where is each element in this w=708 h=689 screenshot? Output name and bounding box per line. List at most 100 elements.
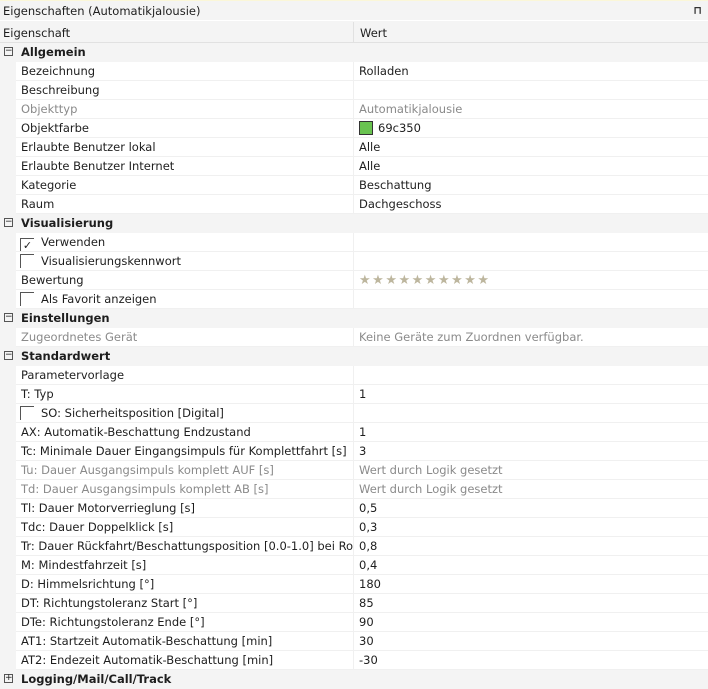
property-row[interactable]: ✓ Verwenden: [0, 233, 708, 252]
property-value[interactable]: Alle: [353, 157, 708, 176]
star-icon[interactable]: ★: [477, 273, 489, 288]
property-value[interactable]: 1: [353, 385, 708, 404]
property-label[interactable]: Parametervorlage: [16, 366, 353, 385]
property-label[interactable]: Erlaubte Benutzer Internet: [16, 157, 353, 176]
property-label[interactable]: T: Typ: [16, 385, 353, 404]
property-row[interactable]: Raum Dachgeschoss: [0, 195, 708, 214]
property-value[interactable]: Rolladen: [353, 62, 708, 81]
property-value[interactable]: -30: [353, 651, 708, 670]
property-row[interactable]: Tr: Dauer Rückfahrt/Beschattungsposition…: [0, 537, 708, 556]
property-value[interactable]: ★ ★ ★ ★ ★ ★ ★ ★ ★ ★: [353, 271, 708, 290]
property-row[interactable]: Beschreibung: [0, 81, 708, 100]
star-icon[interactable]: ★: [398, 273, 410, 288]
checkbox[interactable]: [20, 292, 34, 306]
property-row[interactable]: AT1: Startzeit Automatik-Beschattung [mi…: [0, 632, 708, 651]
property-label[interactable]: Tdc: Dauer Doppelklick [s]: [16, 518, 353, 537]
property-row[interactable]: SO: Sicherheitsposition [Digital]: [0, 404, 708, 423]
property-row[interactable]: Tc: Minimale Dauer Eingangsimpuls für Ko…: [0, 442, 708, 461]
star-icon[interactable]: ★: [464, 273, 476, 288]
property-row[interactable]: Erlaubte Benutzer Internet Alle: [0, 157, 708, 176]
category-visualisierung[interactable]: − Visualisierung: [0, 214, 708, 233]
collapse-icon[interactable]: −: [4, 351, 13, 360]
property-row[interactable]: DTe: Richtungstoleranz Ende [°] 90: [0, 613, 708, 632]
collapse-icon[interactable]: −: [4, 313, 13, 322]
star-icon[interactable]: ★: [425, 273, 437, 288]
property-label[interactable]: ✓ Verwenden: [16, 233, 353, 252]
property-row[interactable]: DT: Richtungstoleranz Start [°] 85: [0, 594, 708, 613]
color-swatch[interactable]: [359, 121, 373, 135]
property-label[interactable]: M: Mindestfahrzeit [s]: [16, 556, 353, 575]
property-value[interactable]: [353, 290, 708, 309]
category-logging-mail-call-track[interactable]: + Logging/Mail/Call/Track: [0, 670, 708, 689]
property-row[interactable]: Zugeordnetes Gerät Keine Geräte zum Zuord…: [0, 328, 708, 347]
star-icon[interactable]: ★: [385, 273, 397, 288]
property-label[interactable]: Visualisierungskennwort: [16, 252, 353, 271]
property-row[interactable]: Objektfarbe 69c350: [0, 119, 708, 138]
property-row[interactable]: Parametervorlage: [0, 366, 708, 385]
property-value[interactable]: 30: [353, 632, 708, 651]
property-row[interactable]: Tdc: Dauer Doppelklick [s] 0,3: [0, 518, 708, 537]
star-icon[interactable]: ★: [359, 273, 371, 288]
property-row[interactable]: AT2: Endezeit Automatik-Beschattung [min…: [0, 651, 708, 670]
property-value[interactable]: Dachgeschoss: [353, 195, 708, 214]
property-value[interactable]: [353, 366, 708, 385]
property-label[interactable]: Tl: Dauer Motorverrieglung [s]: [16, 499, 353, 518]
property-row[interactable]: Kategorie Beschattung: [0, 176, 708, 195]
property-row[interactable]: Erlaubte Benutzer lokal Alle: [0, 138, 708, 157]
property-label[interactable]: SO: Sicherheitsposition [Digital]: [16, 404, 353, 423]
column-header-value[interactable]: Wert: [360, 26, 387, 40]
property-value[interactable]: 69c350: [353, 119, 708, 138]
checkbox[interactable]: [20, 406, 34, 420]
property-label[interactable]: Erlaubte Benutzer lokal: [16, 138, 353, 157]
checkbox[interactable]: [20, 254, 34, 268]
property-label[interactable]: Beschreibung: [16, 81, 353, 100]
property-row[interactable]: Bewertung ★ ★ ★ ★ ★ ★ ★ ★ ★ ★: [0, 271, 708, 290]
property-label[interactable]: AT1: Startzeit Automatik-Beschattung [mi…: [16, 632, 353, 651]
property-label[interactable]: AX: Automatik-Beschattung Endzustand: [16, 423, 353, 442]
collapse-icon[interactable]: −: [4, 47, 13, 56]
property-label[interactable]: Tr: Dauer Rückfahrt/Beschattungsposition…: [16, 537, 353, 556]
property-label[interactable]: D: Himmelsrichtung [°]: [16, 575, 353, 594]
property-value[interactable]: [353, 233, 708, 252]
property-row[interactable]: Als Favorit anzeigen: [0, 290, 708, 309]
category-allgemein[interactable]: − Allgemein: [0, 43, 708, 62]
property-label[interactable]: Bezeichnung: [16, 62, 353, 81]
expand-icon[interactable]: +: [4, 674, 13, 683]
property-value[interactable]: 85: [353, 594, 708, 613]
star-icon[interactable]: ★: [451, 273, 463, 288]
property-row[interactable]: AX: Automatik-Beschattung Endzustand 1: [0, 423, 708, 442]
property-label[interactable]: AT2: Endezeit Automatik-Beschattung [min…: [16, 651, 353, 670]
pin-icon[interactable]: ⊓: [693, 4, 702, 17]
property-value[interactable]: Beschattung: [353, 176, 708, 195]
column-header-property[interactable]: Eigenschaft: [3, 26, 70, 40]
property-row[interactable]: T: Typ 1: [0, 385, 708, 404]
checkbox[interactable]: ✓: [20, 238, 34, 251]
property-label[interactable]: DT: Richtungstoleranz Start [°]: [16, 594, 353, 613]
property-value[interactable]: 0,5: [353, 499, 708, 518]
property-value[interactable]: 0,3: [353, 518, 708, 537]
property-label[interactable]: Objektfarbe: [16, 119, 353, 138]
star-icon[interactable]: ★: [438, 273, 450, 288]
property-value[interactable]: 0,4: [353, 556, 708, 575]
property-label[interactable]: Als Favorit anzeigen: [16, 290, 353, 309]
property-row[interactable]: Objekttyp Automatikjalousie: [0, 100, 708, 119]
property-label[interactable]: Tc: Minimale Dauer Eingangsimpuls für Ko…: [16, 442, 353, 461]
property-row[interactable]: D: Himmelsrichtung [°] 180: [0, 575, 708, 594]
property-row[interactable]: Tu: Dauer Ausgangsimpuls komplett AUF [s…: [0, 461, 708, 480]
property-value[interactable]: Alle: [353, 138, 708, 157]
category-einstellungen[interactable]: − Einstellungen: [0, 309, 708, 328]
property-row[interactable]: Td: Dauer Ausgangsimpuls komplett AB [s]…: [0, 480, 708, 499]
property-value[interactable]: 1: [353, 423, 708, 442]
star-icon[interactable]: ★: [372, 273, 384, 288]
property-label[interactable]: Tu: Dauer Ausgangsimpuls komplett AUF [s…: [16, 461, 353, 480]
property-label[interactable]: Kategorie: [16, 176, 353, 195]
property-row[interactable]: Tl: Dauer Motorverrieglung [s] 0,5: [0, 499, 708, 518]
property-value[interactable]: [353, 252, 708, 271]
property-value[interactable]: [353, 404, 708, 423]
category-standardwert[interactable]: − Standardwert: [0, 347, 708, 366]
property-row[interactable]: Visualisierungskennwort: [0, 252, 708, 271]
property-label[interactable]: DTe: Richtungstoleranz Ende [°]: [16, 613, 353, 632]
property-row[interactable]: M: Mindestfahrzeit [s] 0,4: [0, 556, 708, 575]
property-label[interactable]: Bewertung: [16, 271, 353, 290]
property-value[interactable]: [353, 81, 708, 100]
